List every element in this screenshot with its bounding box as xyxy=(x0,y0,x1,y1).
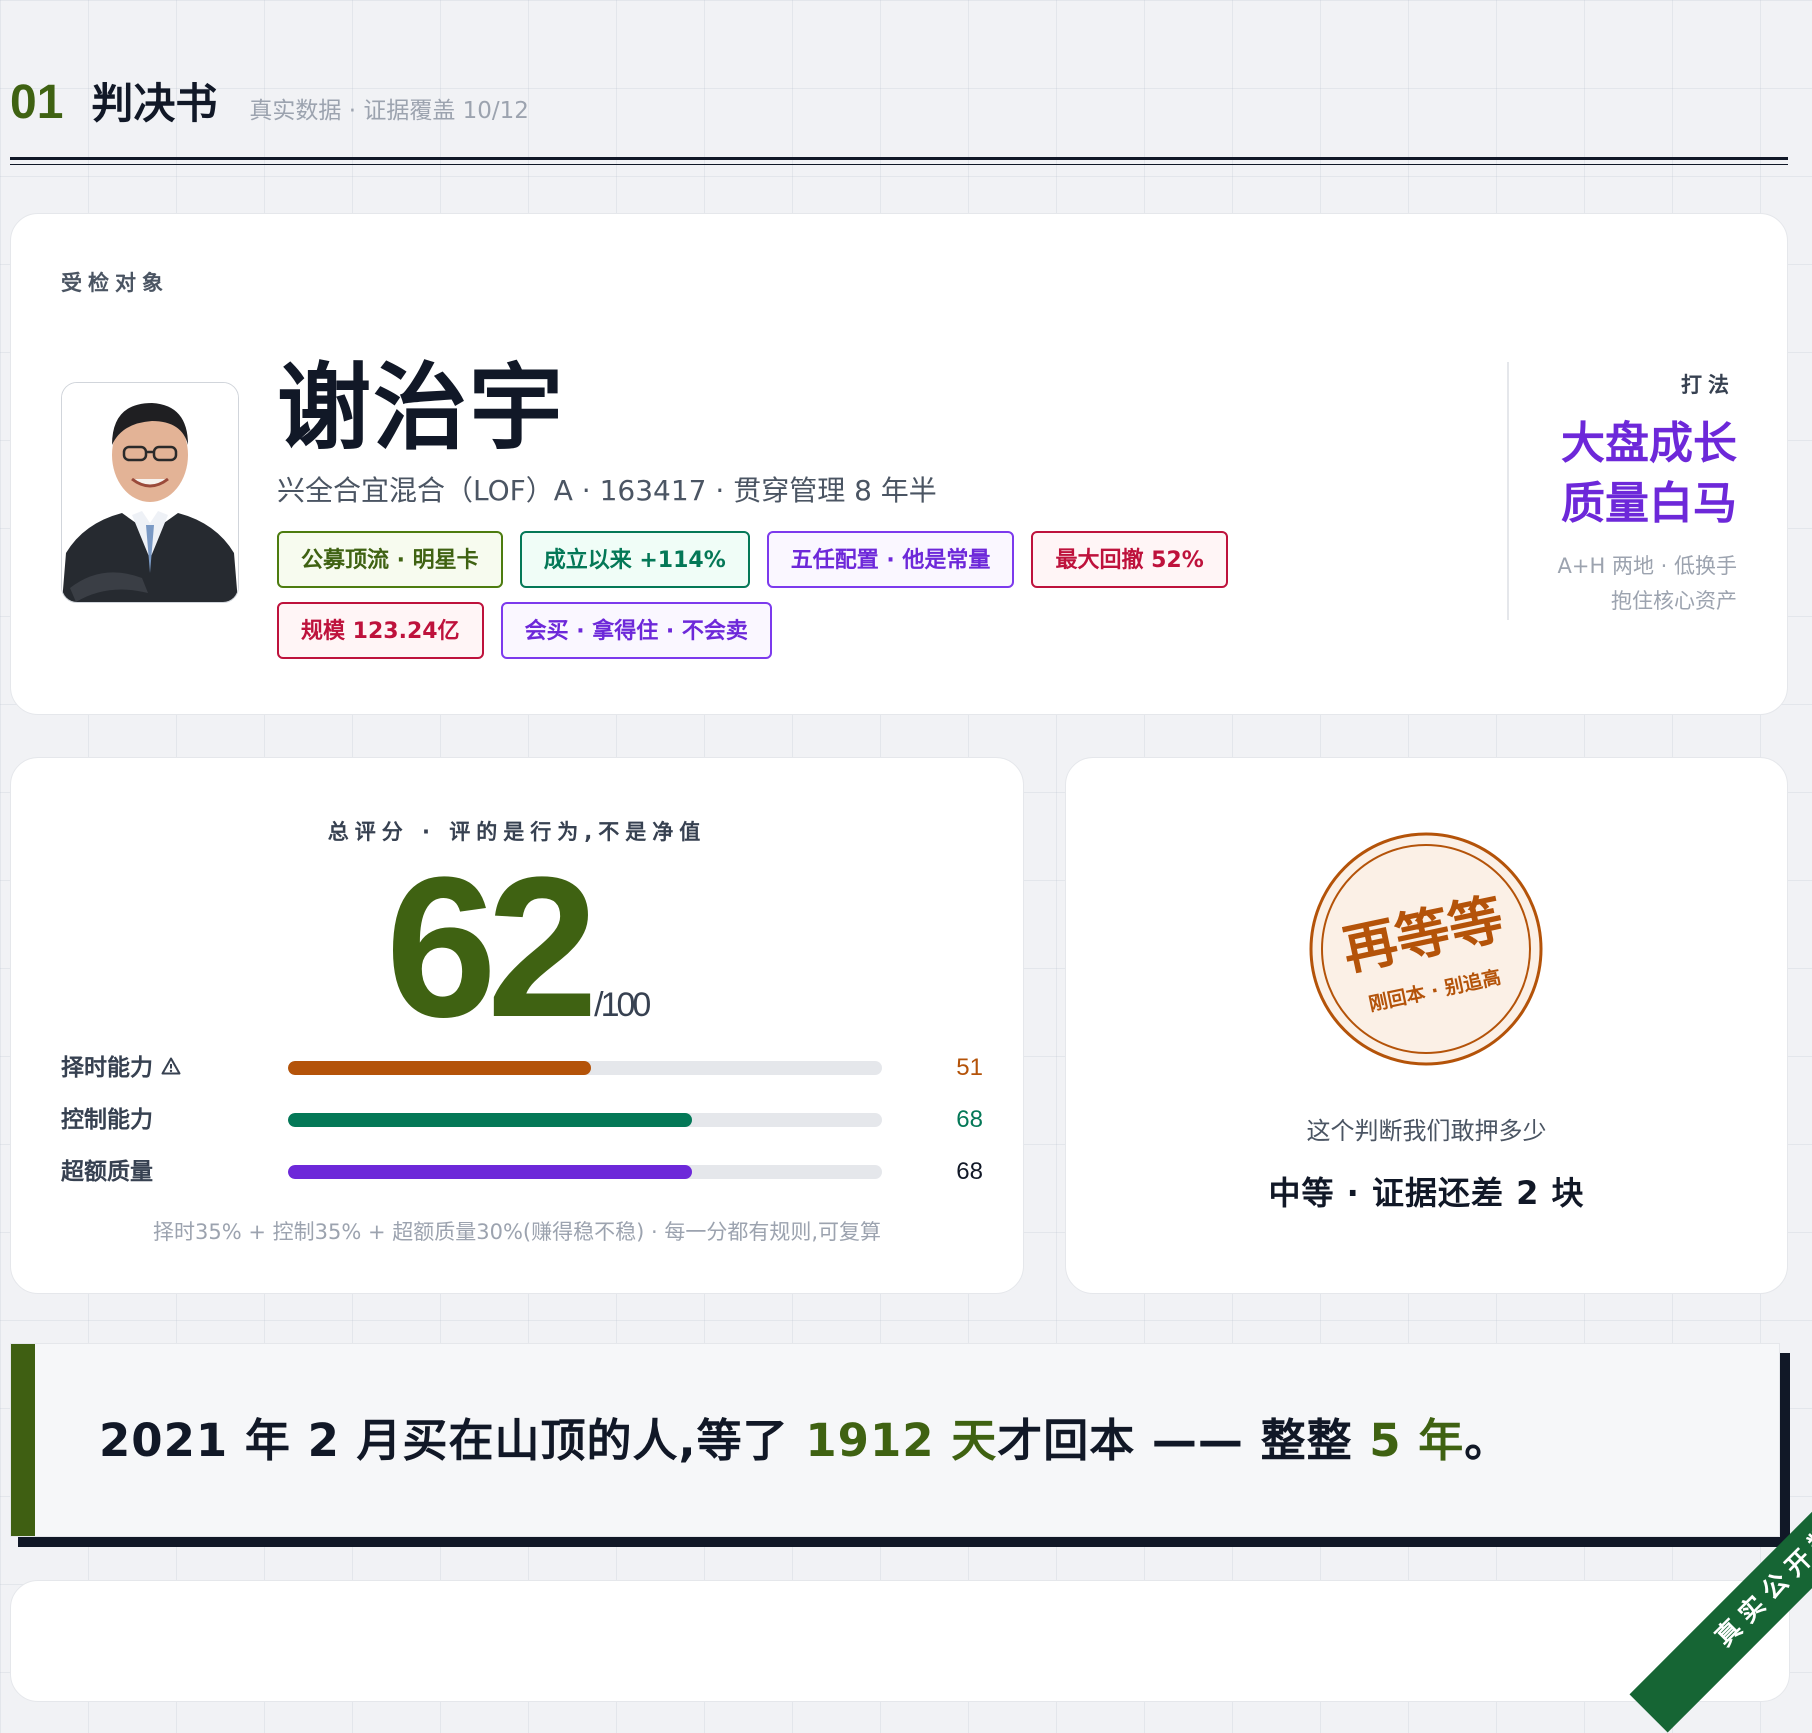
confidence-answer: 中等 · 证据还差 2 块 xyxy=(1268,1174,1585,1212)
score-card: 总评分 · 评的是行为,不是净值 62/100 择时能力 51 控制能力 68 … xyxy=(10,757,1024,1294)
header-rule-thin xyxy=(10,164,1788,165)
style-note-line-2: 抱住核心资产 xyxy=(1611,589,1737,613)
header-rule-thick xyxy=(10,157,1788,160)
bar-value-control: 68 xyxy=(956,1106,983,1133)
score-value: 62 xyxy=(385,836,598,1059)
quote-years: 5 年 xyxy=(1369,1414,1465,1467)
stamp-seal-icon: 再等等 刚回本 · 别追高 xyxy=(1309,832,1543,1066)
style-note: A+H 两地 · 低换手 抱住核心资产 xyxy=(1558,549,1737,619)
manager-name: 谢治宇 xyxy=(277,354,566,463)
bar-track-timing xyxy=(288,1061,882,1075)
avatar-portrait-icon xyxy=(62,383,238,602)
tag-fund-size: 规模 123.24亿 xyxy=(277,602,484,659)
style-tagline: 大盘成长 质量白马 xyxy=(1561,414,1737,534)
bar-track-excess xyxy=(288,1165,882,1179)
vertical-divider xyxy=(1507,362,1509,620)
confidence-question: 这个判断我们敢押多少 xyxy=(1306,1117,1547,1145)
bar-label-control: 控制能力 xyxy=(61,1107,153,1133)
bar-track-control xyxy=(288,1113,882,1127)
bar-label-timing: 择时能力 xyxy=(61,1048,181,1088)
tag-star-card: 公募顶流 · 明星卡 xyxy=(277,531,503,588)
bar-value-timing: 51 xyxy=(956,1054,983,1081)
subject-label: 受检对象 xyxy=(61,271,169,295)
next-card xyxy=(10,1580,1790,1702)
quote-text: 2021 年 2 月买在山顶的人,等了 1912 天才回本 —— 整整 5 年。 xyxy=(99,1414,1511,1467)
total-score: 62/100 xyxy=(11,848,1023,1048)
bar-fill-timing xyxy=(288,1061,591,1075)
bar-row-excess: 超额质量 68 xyxy=(61,1152,983,1192)
subject-card: 受检对象 谢治宇 兴全合宜混合（LOF）A · 163417 · 贯穿管理 8 … xyxy=(10,213,1788,715)
section-header: 01 判决书 真实数据 · 证据覆盖 10/12 xyxy=(10,70,529,131)
bar-fill-control xyxy=(288,1113,692,1127)
banner-accent-bar xyxy=(11,1344,35,1536)
style-line-2: 质量白马 xyxy=(1561,478,1737,529)
section-number: 01 xyxy=(10,76,64,129)
style-note-line-1: A+H 两地 · 低换手 xyxy=(1557,554,1737,578)
warning-icon xyxy=(161,1048,181,1088)
tag-return-since-inception: 成立以来 +114% xyxy=(519,531,750,588)
fund-info: 兴全合宜混合（LOF）A · 163417 · 贯穿管理 8 年半 xyxy=(277,474,937,507)
bar-fill-excess xyxy=(288,1165,692,1179)
style-label: 打法 xyxy=(1681,373,1735,397)
verdict-stamp: 再等等 刚回本 · 别追高 xyxy=(1307,830,1545,1068)
verdict-card: 再等等 刚回本 · 别追高 这个判断我们敢押多少 中等 · 证据还差 2 块 xyxy=(1065,757,1788,1294)
manager-avatar xyxy=(61,382,239,603)
quote-days: 1912 天 xyxy=(805,1414,998,1467)
bar-row-timing: 择时能力 51 xyxy=(61,1048,983,1088)
section-subtitle: 真实数据 · 证据覆盖 10/12 xyxy=(249,98,529,124)
bar-value-excess: 68 xyxy=(956,1158,983,1185)
section-title: 判决书 xyxy=(91,79,218,128)
score-max: /100 xyxy=(594,986,651,1024)
score-formula: 择时35% + 控制35% + 超额质量30%(赚得稳不稳) · 每一分都有规则… xyxy=(152,1220,881,1244)
tag-list: 公募顶流 · 明星卡 成立以来 +114% 五任配置 · 他是常量 最大回撤 5… xyxy=(277,531,1417,659)
tag-behavior: 会买 · 拿得住 · 不会卖 xyxy=(500,602,772,659)
bar-label-excess: 超额质量 xyxy=(61,1159,153,1185)
bar-row-control: 控制能力 68 xyxy=(61,1100,983,1140)
tag-constant-manager: 五任配置 · 他是常量 xyxy=(766,531,1015,588)
style-line-1: 大盘成长 xyxy=(1561,418,1737,469)
quote-banner: 2021 年 2 月买在山顶的人,等了 1912 天才回本 —— 整整 5 年。 xyxy=(10,1343,1780,1537)
tag-max-drawdown: 最大回撤 52% xyxy=(1031,531,1228,588)
